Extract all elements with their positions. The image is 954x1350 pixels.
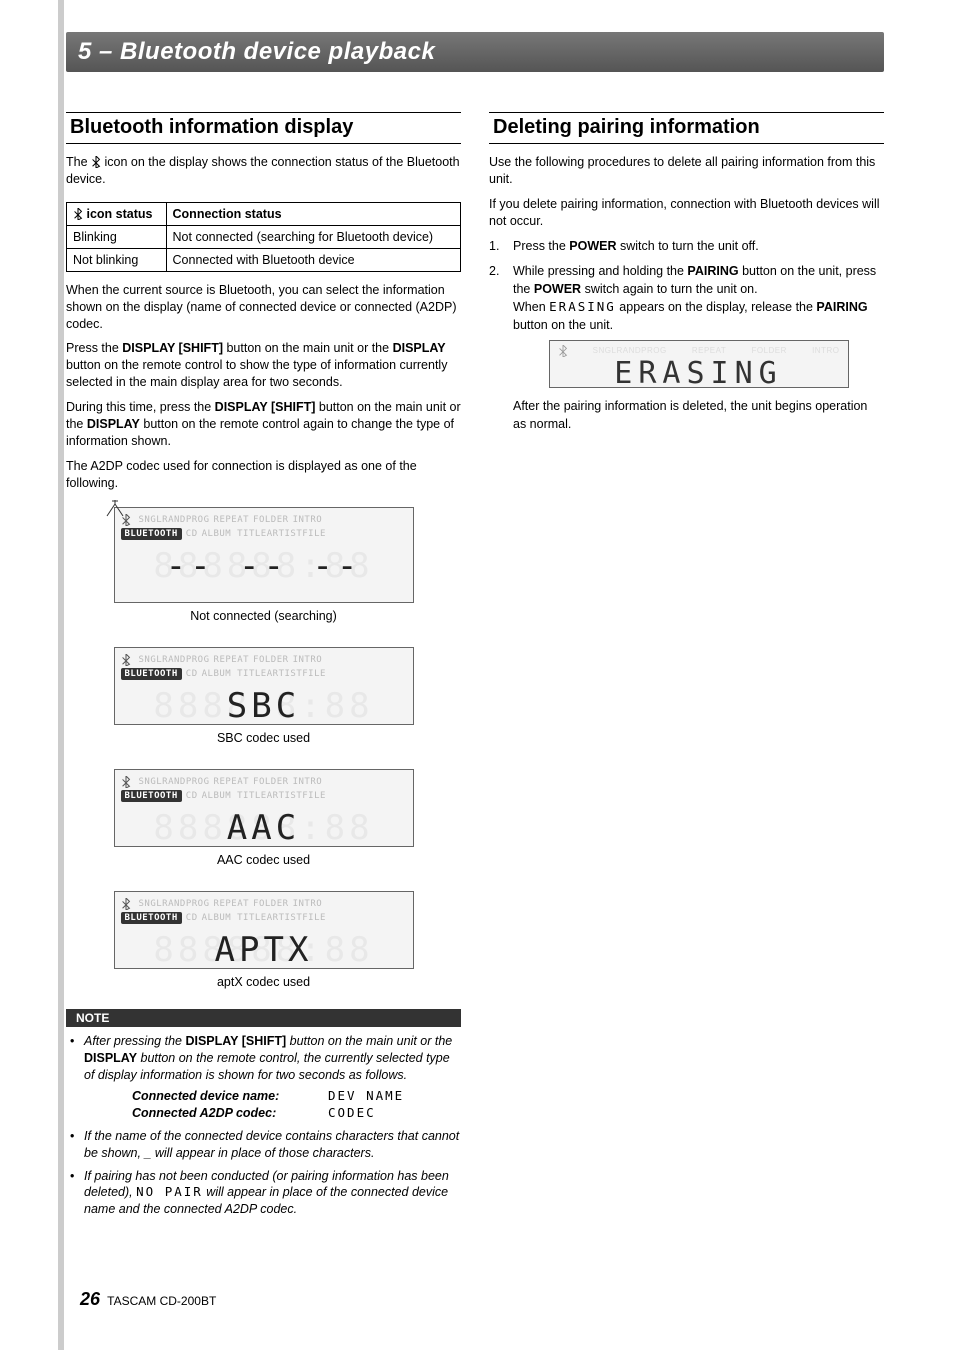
page-gutter (58, 0, 64, 1350)
caption-sbc: SBC codec used (66, 731, 461, 745)
bluetooth-icon (91, 156, 101, 168)
bluetooth-icon (121, 514, 131, 526)
section-title-bt-info: Bluetooth information display (66, 112, 461, 144)
model-name: TASCAM CD-200BT (107, 1294, 216, 1308)
erasing-text: ERASING (550, 353, 848, 395)
step-item: Press the POWER switch to turn the unit … (489, 238, 884, 256)
para-a2dp: The A2DP codec used for connection is di… (66, 458, 461, 492)
para-display-shift-2: During this time, press the DISPLAY [SHI… (66, 399, 461, 450)
para-delete-2: If you delete pairing information, conne… (489, 196, 884, 230)
steps-list: Press the POWER switch to turn the unit … (489, 238, 884, 442)
lcd-erasing: SNGLRANDPROGREPEATFOLDERINTRO ERASING (549, 340, 849, 388)
note-item: If pairing has not been conducted (or pa… (66, 1168, 461, 1219)
th-icon-status: icon status (67, 202, 167, 225)
section-title-delete-pairing: Deleting pairing information (489, 112, 884, 144)
table-row: Not blinking Connected with Bluetooth de… (67, 248, 461, 271)
bluetooth-badge: BLUETOOTH (121, 790, 182, 802)
caption-aac: AAC codec used (66, 853, 461, 867)
intro-paragraph: The icon on the display shows the connec… (66, 154, 461, 188)
bluetooth-badge: BLUETOOTH (121, 528, 182, 540)
lcd-not-connected: SNGLRANDPROG REPEAT FOLDER INTRO BLUETOO… (114, 507, 414, 603)
bluetooth-icon (121, 654, 131, 666)
bluetooth-icon (121, 776, 131, 788)
bluetooth-icon (73, 208, 83, 220)
bluetooth-badge: BLUETOOTH (121, 668, 182, 680)
left-column: Bluetooth information display The icon o… (66, 112, 461, 1270)
caption-not-connected: Not connected (searching) (66, 609, 461, 623)
step-item: While pressing and holding the PAIRING b… (489, 263, 884, 433)
bluetooth-icon (121, 898, 131, 910)
bluetooth-badge: BLUETOOTH (121, 912, 182, 924)
note-item: After pressing the DISPLAY [SHIFT] butto… (66, 1033, 461, 1121)
para-select-info: When the current source is Bluetooth, yo… (66, 282, 461, 333)
lcd-sbc: SNGLRANDPROGREPEATFOLDERINTRO BLUETOOTH … (114, 647, 414, 725)
chapter-header: 5 – Bluetooth device playback (66, 32, 884, 72)
page-footer: 26 TASCAM CD-200BT (80, 1289, 216, 1310)
note-list: After pressing the DISPLAY [SHIFT] butto… (66, 1033, 461, 1224)
para-delete-1: Use the following procedures to delete a… (489, 154, 884, 188)
note-item: If the name of the connected device cont… (66, 1128, 461, 1162)
th-connection-status: Connection status (166, 202, 460, 225)
note-kv: Connected device name:DEV NAME Connected… (132, 1088, 461, 1122)
table-row: Blinking Not connected (searching for Bl… (67, 225, 461, 248)
chapter-title: 5 – Bluetooth device playback (78, 38, 435, 66)
right-column: Deleting pairing information Use the fol… (489, 112, 884, 1270)
lcd-aptx: SNGLRANDPROGREPEATFOLDERINTRO BLUETOOTH … (114, 891, 414, 969)
page-number: 26 (80, 1289, 100, 1309)
note-label: NOTE (66, 1009, 461, 1027)
caption-aptx: aptX codec used (66, 975, 461, 989)
bt-status-table: icon status Connection status Blinking N… (66, 202, 461, 272)
lcd-aac: SNGLRANDPROGREPEATFOLDERINTRO BLUETOOTH … (114, 769, 414, 847)
para-display-shift-1: Press the DISPLAY [SHIFT] button on the … (66, 340, 461, 391)
